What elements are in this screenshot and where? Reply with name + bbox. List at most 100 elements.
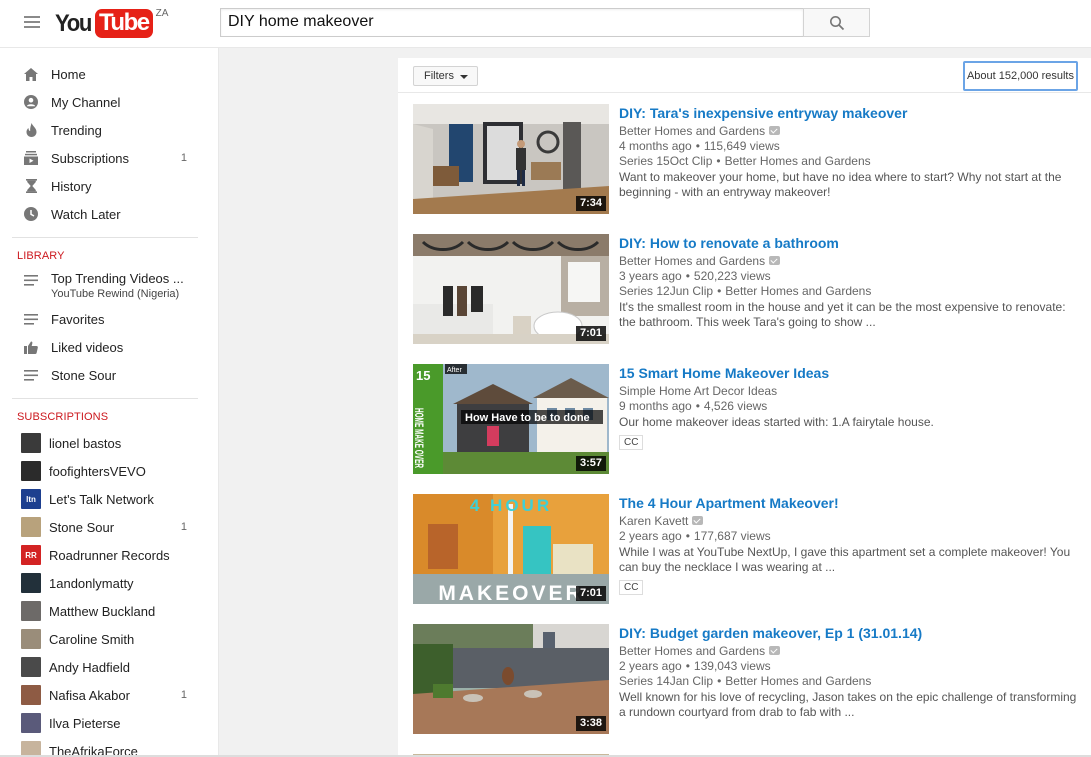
video-result[interactable]: 4 HOUR MAKEOVER 7:01 The 4 Hour Apartment M… bbox=[413, 494, 1083, 606]
separator-dot: • bbox=[685, 529, 690, 543]
thumbs-up-icon bbox=[23, 339, 39, 355]
upload-age: 2 years ago bbox=[619, 659, 682, 673]
sidebar-item-subscription[interactable]: 1andonlymatty bbox=[0, 569, 218, 597]
avatar-text: ltn bbox=[26, 494, 36, 504]
channel-name-link[interactable]: Better Homes and Gardens bbox=[619, 124, 765, 138]
video-meta: DIY: How to renovate a bathroom Better Ho… bbox=[619, 234, 1079, 330]
upload-age: 3 years ago bbox=[619, 269, 682, 283]
sidebar-item-subscription[interactable]: Ilva Pieterse bbox=[0, 709, 218, 737]
series-line: Series 15Oct Clip • Better Homes and Garde… bbox=[619, 154, 1079, 169]
account-icon bbox=[23, 94, 39, 110]
video-duration: 7:01 bbox=[575, 586, 606, 601]
search-input[interactable]: DIY home makeover bbox=[220, 8, 804, 37]
sidebar-item-top-trending[interactable]: Top Trending Videos ... YouTube Rewind (… bbox=[0, 268, 218, 306]
flame-icon bbox=[23, 122, 39, 138]
series-channel[interactable]: Better Homes and Gardens bbox=[725, 154, 871, 168]
video-title-link[interactable]: DIY: Tara's inexpensive entryway makeove… bbox=[619, 104, 1079, 122]
sidebar-item-subscription[interactable]: Stone Sour 1 bbox=[0, 513, 218, 541]
upload-age: 9 months ago bbox=[619, 399, 692, 413]
home-icon bbox=[23, 66, 39, 82]
channel-line: Better Homes and Gardens bbox=[619, 644, 1079, 659]
video-result[interactable]: 15 HOME MAKE OVER How Have to be to done Af… bbox=[413, 364, 1083, 476]
verified-badge-icon bbox=[769, 646, 781, 655]
sidebar-item-favorites[interactable]: Favorites bbox=[0, 305, 218, 333]
sidebar-item-subscription[interactable]: RR Roadrunner Records bbox=[0, 541, 218, 569]
video-thumbnail[interactable]: 7:34 bbox=[413, 104, 609, 214]
sidebar-item-liked-videos[interactable]: Liked videos bbox=[0, 333, 218, 361]
channel-avatar bbox=[21, 573, 41, 593]
video-result[interactable]: 3:38 DIY: Budget garden makeover, Ep 1 (3… bbox=[413, 624, 1083, 736]
sidebar-item-label: lionel bastos bbox=[49, 435, 122, 451]
video-stats: 2 years ago • 139,043 views bbox=[619, 659, 1079, 674]
video-stats: 3 years ago • 520,223 views bbox=[619, 269, 1079, 284]
video-thumbnail[interactable]: 7:01 bbox=[413, 234, 609, 344]
sidebar-item-label: 1andonlymatty bbox=[49, 575, 134, 591]
channel-name-link[interactable]: Better Homes and Gardens bbox=[619, 644, 765, 658]
video-stats: 4 months ago • 115,649 views bbox=[619, 139, 1079, 154]
separator-dot: • bbox=[695, 399, 700, 413]
sidebar-item-subscription[interactable]: Matthew Buckland bbox=[0, 597, 218, 625]
search-icon bbox=[830, 16, 845, 31]
sidebar-item-label: Caroline Smith bbox=[49, 631, 135, 647]
sidebar-item-label: My Channel bbox=[51, 94, 121, 110]
sidebar-item-subscription[interactable]: lionel bastos bbox=[0, 429, 218, 457]
channel-line: Karen Kavett bbox=[619, 514, 1079, 529]
series-line: Series 12Jun Clip • Better Homes and Garde… bbox=[619, 284, 1079, 299]
series-channel[interactable]: Better Homes and Gardens bbox=[725, 284, 871, 298]
playlist-icon bbox=[23, 367, 39, 383]
sidebar-item-subscription[interactable]: TheAfrikaForce bbox=[0, 737, 218, 757]
channel-name-link[interactable]: Better Homes and Gardens bbox=[619, 254, 765, 268]
video-stats: 9 months ago • 4,526 views bbox=[619, 399, 1079, 414]
video-thumbnail[interactable]: 3:38 bbox=[413, 624, 609, 734]
video-title-link[interactable]: 15 Smart Home Makeover Ideas bbox=[619, 364, 1079, 382]
sidebar-item-sublabel: YouTube Rewind (Nigeria) bbox=[51, 288, 180, 300]
sidebar-item-watch-later[interactable]: Watch Later bbox=[0, 200, 218, 228]
search-button[interactable] bbox=[803, 8, 870, 37]
video-result[interactable]: 7:34 DIY: Tara's inexpensive entryway mak… bbox=[413, 104, 1083, 216]
separator-dot: • bbox=[717, 674, 722, 688]
sidebar-item-stone-sour-playlist[interactable]: Stone Sour bbox=[0, 361, 218, 389]
youtube-logo[interactable]: You Tube ZA bbox=[55, 8, 169, 39]
series-name[interactable]: Series 12Jun Clip bbox=[619, 284, 713, 298]
channel-line: Better Homes and Gardens bbox=[619, 124, 1079, 139]
sidebar-item-label: Roadrunner Records bbox=[49, 547, 170, 563]
series-name[interactable]: Series 15Oct Clip bbox=[619, 154, 712, 168]
sidebar-item-subscription[interactable]: foofightersVEVO bbox=[0, 457, 218, 485]
separator-dot: • bbox=[685, 659, 690, 673]
logo-region: ZA bbox=[155, 8, 169, 19]
filters-button[interactable]: Filters bbox=[413, 66, 478, 86]
channel-name-link[interactable]: Karen Kavett bbox=[619, 514, 688, 528]
sidebar-item-trending[interactable]: Trending bbox=[0, 116, 218, 144]
video-meta: DIY: Tara's inexpensive entryway makeove… bbox=[619, 104, 1079, 200]
search-results-container: Filters About 152,000 results 7:34 DIY: T… bbox=[398, 58, 1091, 757]
channel-line: Better Homes and Gardens bbox=[619, 254, 1079, 269]
results-count: About 152,000 results bbox=[962, 61, 1078, 91]
hamburger-menu-icon[interactable] bbox=[24, 16, 40, 30]
main-nav: Home My Channel Trending Subscriptions 1 bbox=[0, 48, 218, 228]
video-thumbnail[interactable]: 15 HOME MAKE OVER How Have to be to done Af… bbox=[413, 364, 609, 474]
series-line: Series 14Jan Clip • Better Homes and Garde… bbox=[619, 674, 1079, 689]
video-result[interactable]: 7:01 DIY: How to renovate a bathroom Bette… bbox=[413, 234, 1083, 346]
video-thumbnail[interactable]: 4 HOUR MAKEOVER 7:01 bbox=[413, 494, 609, 604]
series-name[interactable]: Series 14Jan Clip bbox=[619, 674, 713, 688]
sidebar-item-home[interactable]: Home bbox=[0, 60, 218, 88]
verified-badge-icon bbox=[769, 126, 781, 135]
sidebar-item-subscription[interactable]: Caroline Smith bbox=[0, 625, 218, 653]
sidebar-item-history[interactable]: History bbox=[0, 172, 218, 200]
channel-name-link[interactable]: Simple Home Art Decor Ideas bbox=[619, 384, 777, 398]
sidebar-item-subscriptions[interactable]: Subscriptions 1 bbox=[0, 144, 218, 172]
video-title-link[interactable]: The 4 Hour Apartment Makeover! bbox=[619, 494, 1079, 512]
logo-you-text: You bbox=[55, 10, 92, 37]
video-duration: 3:57 bbox=[575, 456, 606, 471]
video-title-link[interactable]: DIY: Budget garden makeover, Ep 1 (31.01… bbox=[619, 624, 1079, 642]
series-channel[interactable]: Better Homes and Gardens bbox=[725, 674, 871, 688]
sidebar-item-label: foofightersVEVO bbox=[49, 463, 146, 479]
subscriptions-list: lionel bastos foofightersVEVO ltn Let's Tal… bbox=[0, 429, 218, 757]
sidebar-item-subscription[interactable]: Andy Hadfield bbox=[0, 653, 218, 681]
video-title-link[interactable]: DIY: How to renovate a bathroom bbox=[619, 234, 1079, 252]
video-duration: 3:38 bbox=[575, 716, 606, 731]
sidebar-item-subscription[interactable]: Nafisa Akabor 1 bbox=[0, 681, 218, 709]
separator-dot: • bbox=[716, 154, 721, 168]
sidebar-item-subscription[interactable]: ltn Let's Talk Network bbox=[0, 485, 218, 513]
sidebar-item-my-channel[interactable]: My Channel bbox=[0, 88, 218, 116]
